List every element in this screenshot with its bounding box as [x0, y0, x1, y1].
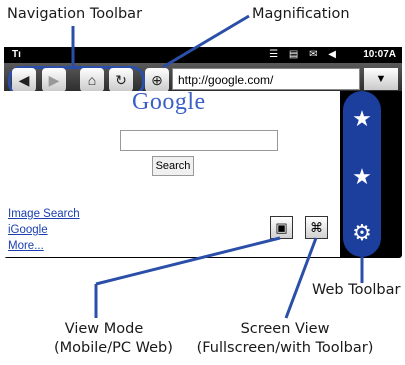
magnification-callout-line — [162, 14, 250, 69]
screen-view-line — [284, 237, 318, 319]
view-mode-line-d — [95, 236, 281, 286]
callout-lines — [71, 14, 364, 319]
